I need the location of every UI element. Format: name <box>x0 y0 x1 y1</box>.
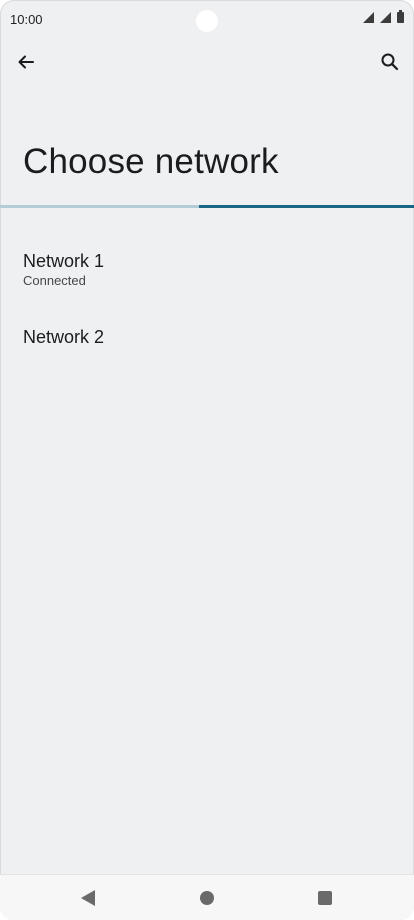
phone-screen: 10:00 Choose network Network 1 Connected <box>0 0 414 920</box>
navigation-bar <box>0 874 414 920</box>
nav-home-button[interactable] <box>197 888 217 908</box>
network-name: Network 1 <box>23 251 105 271</box>
status-time: 10:00 <box>10 12 43 27</box>
status-bar: 10:00 <box>0 0 414 38</box>
camera-cutout <box>196 10 218 32</box>
nav-back-icon <box>81 890 95 906</box>
status-icons <box>363 10 404 23</box>
nav-recents-icon <box>318 891 332 905</box>
search-icon <box>381 53 399 71</box>
back-button[interactable] <box>12 48 40 76</box>
app-bar <box>0 40 414 84</box>
signal-icon <box>380 12 391 23</box>
network-item-2[interactable]: Network 2 <box>0 312 414 356</box>
search-button[interactable] <box>376 48 404 76</box>
signal-icon <box>363 12 374 23</box>
network-name: Network 2 <box>23 327 105 347</box>
nav-home-icon <box>200 891 214 905</box>
nav-back-button[interactable] <box>78 888 98 908</box>
page-title: Choose network <box>23 142 279 181</box>
battery-icon <box>397 10 404 23</box>
network-status: Connected <box>23 273 86 288</box>
arrow-back-icon <box>18 55 34 69</box>
progress-bar <box>0 205 414 208</box>
progress-bar-fill <box>198 205 414 208</box>
network-item-1[interactable]: Network 1 Connected <box>0 234 414 294</box>
nav-recents-button[interactable] <box>315 888 335 908</box>
